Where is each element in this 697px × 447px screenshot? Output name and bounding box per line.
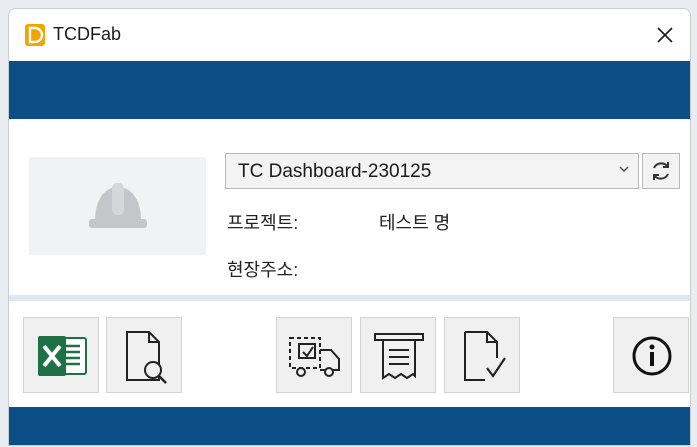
project-name-value: 테스트 명 — [379, 213, 451, 233]
refresh-icon — [653, 162, 669, 180]
header-band — [9, 61, 690, 119]
document-search-button[interactable] — [106, 317, 182, 393]
section-divider — [9, 295, 690, 301]
excel-export-button[interactable] — [23, 317, 99, 393]
app-logo-icon — [25, 24, 45, 46]
close-button[interactable] — [651, 21, 679, 49]
info-icon — [632, 336, 672, 376]
receipt-icon — [374, 333, 424, 380]
close-icon — [657, 27, 673, 43]
site-address-label: 현장주소: — [227, 260, 299, 280]
delivery-truck-icon — [289, 337, 340, 377]
document-check-button[interactable] — [444, 317, 520, 393]
chevron-down-icon — [619, 166, 629, 173]
delivery-button[interactable] — [276, 317, 352, 393]
document-search-icon — [126, 331, 167, 384]
project-select-value: TC Dashboard-230125 — [238, 161, 432, 182]
project-avatar — [29, 157, 206, 255]
project-select[interactable]: TC Dashboard-230125 — [225, 153, 639, 189]
document-check-icon — [464, 331, 506, 381]
info-button[interactable] — [613, 317, 689, 393]
app-window: TCDFab TC Dashboard-230125 프로젝트: 테스트 명 현… — [8, 8, 691, 446]
hard-hat-icon — [89, 183, 147, 228]
window-title: TCDFab — [53, 24, 122, 44]
title-bar: TCDFab — [9, 9, 690, 61]
excel-icon — [38, 336, 87, 376]
footer-band — [9, 407, 690, 445]
receipt-button[interactable] — [360, 317, 436, 393]
project-name-label: 프로젝트: — [227, 213, 299, 233]
refresh-button[interactable] — [642, 153, 680, 189]
